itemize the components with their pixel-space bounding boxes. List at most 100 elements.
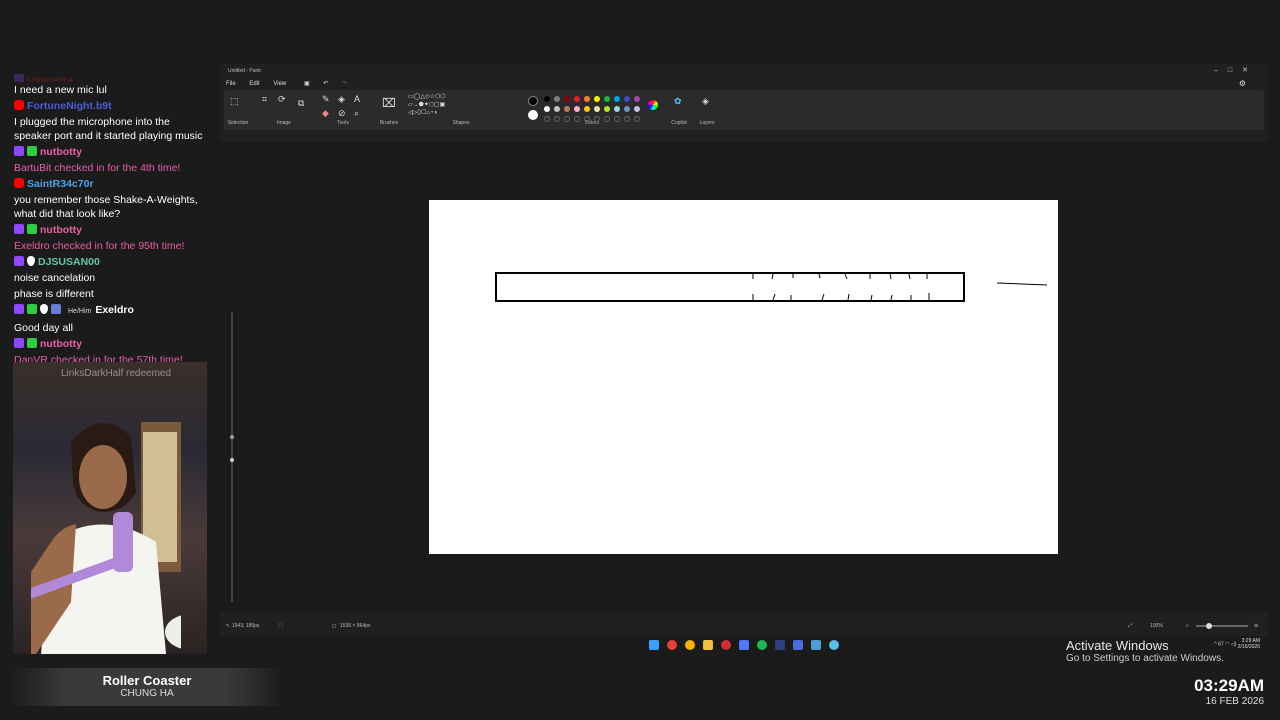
secondary-color-swatch[interactable] [528, 110, 538, 120]
color-swatch[interactable] [594, 106, 600, 112]
eraser-icon[interactable]: ◆ [322, 108, 329, 119]
empty-color-slot[interactable] [564, 116, 570, 122]
empty-color-slot[interactable] [594, 116, 600, 122]
color-swatch[interactable] [614, 96, 620, 102]
app2-icon[interactable] [793, 640, 803, 650]
song-artist: CHUNG HA [120, 688, 174, 699]
wifi-icon[interactable]: ◠ [1225, 641, 1229, 647]
group-image[interactable]: ⌗ ⟳ ⧉ Image [256, 92, 312, 128]
group-layers[interactable]: ◈ Layers [694, 92, 720, 128]
fit-icon[interactable]: ⤢ [1128, 623, 1132, 629]
color-swatch[interactable] [574, 106, 580, 112]
picker-icon[interactable]: ⊘ [338, 108, 346, 119]
text-icon[interactable]: A [354, 94, 360, 104]
primary-color-swatch[interactable] [528, 96, 538, 106]
undo-icon[interactable]: ↶ [323, 81, 328, 87]
zoom-rail[interactable] [230, 312, 234, 602]
chat-username[interactable]: nutbotty [40, 146, 82, 158]
paint-app-icon[interactable] [829, 640, 839, 650]
screen: justamerica I need a new mic lul FortuneN… [0, 0, 1280, 720]
brush-icon[interactable]: ⌧ [382, 96, 396, 110]
shapes-gallery-icon[interactable]: ▭◯△◇☆⬠⬡ ▱→⬟✦◻▢▣ ◁▷⬯☐⌂◔◑ [408, 93, 445, 117]
chat-username[interactable]: SaintR34c70r [27, 178, 94, 190]
record-icon[interactable] [721, 640, 731, 650]
zoom-out-icon[interactable]: ⌕ [1186, 623, 1189, 629]
zoom-level[interactable]: 100% [1150, 623, 1163, 629]
group-shapes[interactable]: ▭◯△◇☆⬠⬡ ▱→⬟✦◻▢▣ ◁▷⬯☐⌂◔◑ Shapes [406, 92, 516, 128]
chrome-canary-icon[interactable] [685, 640, 695, 650]
menu-view[interactable]: View [273, 81, 286, 87]
color-swatch[interactable] [554, 106, 560, 112]
empty-color-slot[interactable] [614, 116, 620, 122]
activate-title: Activate Windows [1066, 638, 1169, 653]
color-swatch[interactable] [564, 96, 570, 102]
color-swatch[interactable] [544, 106, 550, 112]
window-controls[interactable]: –□✕ [1214, 66, 1258, 74]
selection-icon[interactable]: ⬚ [230, 96, 239, 107]
drawing-canvas[interactable] [429, 200, 1058, 554]
empty-color-slot[interactable] [544, 116, 550, 122]
color-swatch[interactable] [604, 106, 610, 112]
zoom-slider-thumb[interactable] [1206, 623, 1212, 629]
start-icon[interactable] [649, 640, 659, 650]
group-copilot[interactable]: ✿ Copilot [666, 92, 692, 128]
copilot-icon[interactable]: ✿ [674, 96, 682, 107]
rotate-icon[interactable]: ⟳ [278, 94, 286, 105]
ps-icon[interactable] [775, 640, 785, 650]
fill-icon[interactable]: ◈ [338, 94, 345, 105]
menu-file[interactable]: File [226, 81, 236, 87]
folder-icon[interactable] [703, 640, 713, 650]
color-swatch[interactable] [594, 96, 600, 102]
chat-username[interactable]: DJSUSAN00 [38, 256, 100, 268]
zoom-slider[interactable] [1196, 623, 1248, 629]
color-swatch[interactable] [544, 96, 550, 102]
group-label: Selection [227, 120, 249, 126]
color-swatch[interactable] [574, 96, 580, 102]
zoom-in-icon[interactable]: ⊕ [1254, 623, 1258, 629]
resize-icon[interactable]: ⧉ [298, 98, 304, 109]
message-text: phase is different [14, 288, 94, 300]
menu-edit[interactable]: Edit [249, 81, 259, 87]
app3-icon[interactable] [811, 640, 821, 650]
app-icon[interactable] [739, 640, 749, 650]
magnifier-icon[interactable]: ⌕ [354, 108, 359, 119]
chat-username: justamerica [27, 75, 74, 82]
group-selection[interactable]: ⬚ Selection [224, 92, 252, 128]
empty-color-slot[interactable] [604, 116, 610, 122]
group-brushes[interactable]: ⌧ Brushes [374, 92, 404, 128]
color-swatch[interactable] [634, 106, 640, 112]
volume-icon[interactable]: ◁) [1231, 641, 1237, 647]
color-swatch[interactable] [624, 106, 630, 112]
save-icon[interactable]: ▣ [304, 81, 310, 87]
chrome-icon[interactable] [667, 640, 677, 650]
color-swatch[interactable] [614, 106, 620, 112]
settings-icon[interactable]: ⚙ [1239, 79, 1246, 88]
webcam-feed: LinksDarkHalf redeemed [13, 362, 207, 654]
chat-username[interactable]: Exeldro [95, 304, 134, 316]
chat-username[interactable]: nutbotty [40, 338, 82, 350]
color-swatch[interactable] [564, 106, 570, 112]
chat-username[interactable]: nutbotty [40, 224, 82, 236]
spotify-icon[interactable] [757, 640, 767, 650]
color-swatch[interactable] [624, 96, 630, 102]
redo-icon[interactable]: ↷ [342, 81, 347, 87]
color-swatch[interactable] [554, 96, 560, 102]
empty-color-slot[interactable] [554, 116, 560, 122]
edit-colors-icon[interactable] [648, 100, 658, 110]
empty-color-slot[interactable] [634, 116, 640, 122]
layers-icon[interactable]: ◈ [702, 96, 709, 107]
pencil-icon[interactable]: ✎ [322, 94, 330, 105]
empty-color-slot[interactable] [624, 116, 630, 122]
crop-icon[interactable]: ⌗ [262, 94, 267, 105]
chat-username[interactable]: FortuneNight.b9t [27, 100, 112, 112]
color-swatch[interactable] [634, 96, 640, 102]
empty-color-slot[interactable] [574, 116, 580, 122]
group-tools[interactable]: ✎ ◈ A ◆ ⊘ ⌕ Tools [318, 92, 368, 128]
song-title: Roller Coaster [102, 673, 192, 688]
color-swatch[interactable] [584, 96, 590, 102]
group-colors[interactable]: Colors [522, 92, 662, 128]
empty-color-slot[interactable] [584, 116, 590, 122]
color-swatch[interactable] [604, 96, 610, 102]
streamer-image [31, 422, 181, 654]
color-swatch[interactable] [584, 106, 590, 112]
